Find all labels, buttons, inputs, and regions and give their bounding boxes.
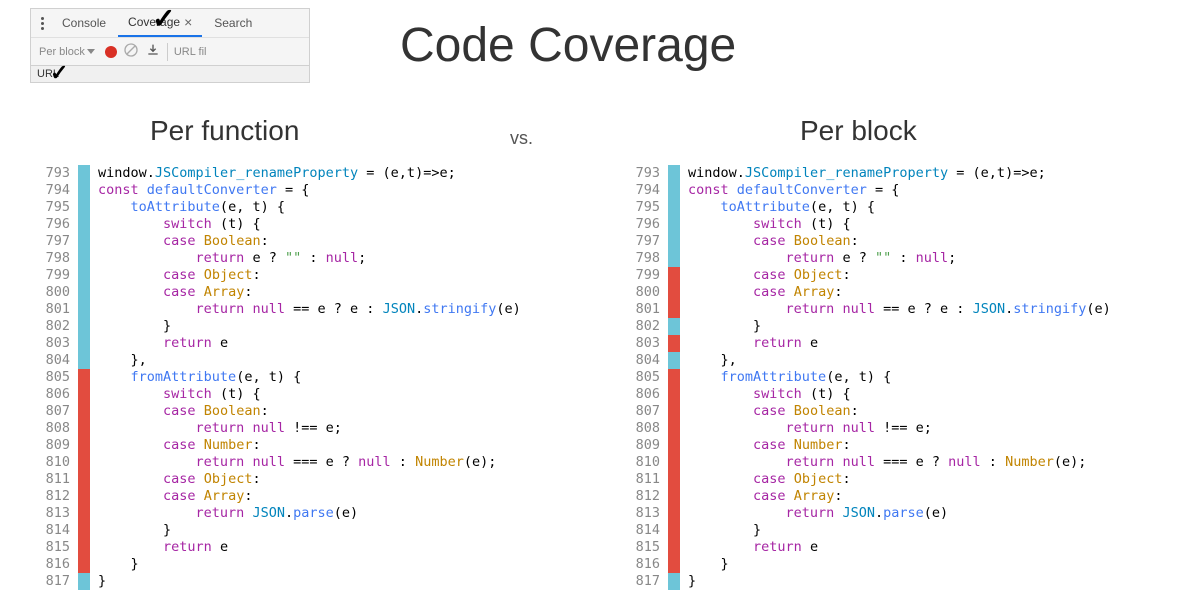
url-column-header[interactable]: URL [31, 65, 309, 82]
line-number-gutter: 7937947957967977987998008018028038048058… [30, 165, 78, 590]
checkmark-annotation-icon: ✓ [152, 2, 175, 35]
vs-label: vs. [510, 128, 533, 149]
devtools-toolbar: Per block URL fil [31, 37, 309, 65]
clear-icon[interactable] [123, 42, 139, 61]
code-panel-per-block: 7937947957967977987998008018028038048058… [620, 165, 1111, 590]
tab-console-label: Console [62, 16, 106, 30]
checkmark-annotation-icon: ✓ [50, 60, 68, 86]
url-filter-input[interactable]: URL fil [174, 46, 207, 58]
coverage-gutter [668, 165, 680, 590]
tab-search[interactable]: Search [204, 9, 262, 37]
code-content: window.JSCompiler_renameProperty = (e,t)… [680, 165, 1111, 590]
toolbar-separator [167, 43, 168, 61]
granularity-dropdown[interactable]: Per block [35, 44, 99, 60]
export-icon[interactable] [145, 42, 161, 61]
coverage-gutter [78, 165, 90, 590]
tab-console[interactable]: Console [52, 9, 116, 37]
page-title: Code Coverage [400, 18, 736, 73]
code-content: window.JSCompiler_renameProperty = (e,t)… [90, 165, 521, 590]
tab-search-label: Search [214, 16, 252, 30]
code-panel-per-function: 7937947957967977987998008018028038048058… [30, 165, 521, 590]
granularity-dropdown-label: Per block [39, 46, 85, 58]
line-number-gutter: 7937947957967977987998008018028038048058… [620, 165, 668, 590]
heading-per-block: Per block [800, 115, 917, 147]
close-icon[interactable]: × [184, 14, 192, 30]
heading-per-function: Per function [150, 115, 299, 147]
kebab-menu-icon[interactable] [35, 17, 50, 30]
record-icon[interactable] [105, 46, 117, 58]
chevron-down-icon [87, 49, 95, 54]
